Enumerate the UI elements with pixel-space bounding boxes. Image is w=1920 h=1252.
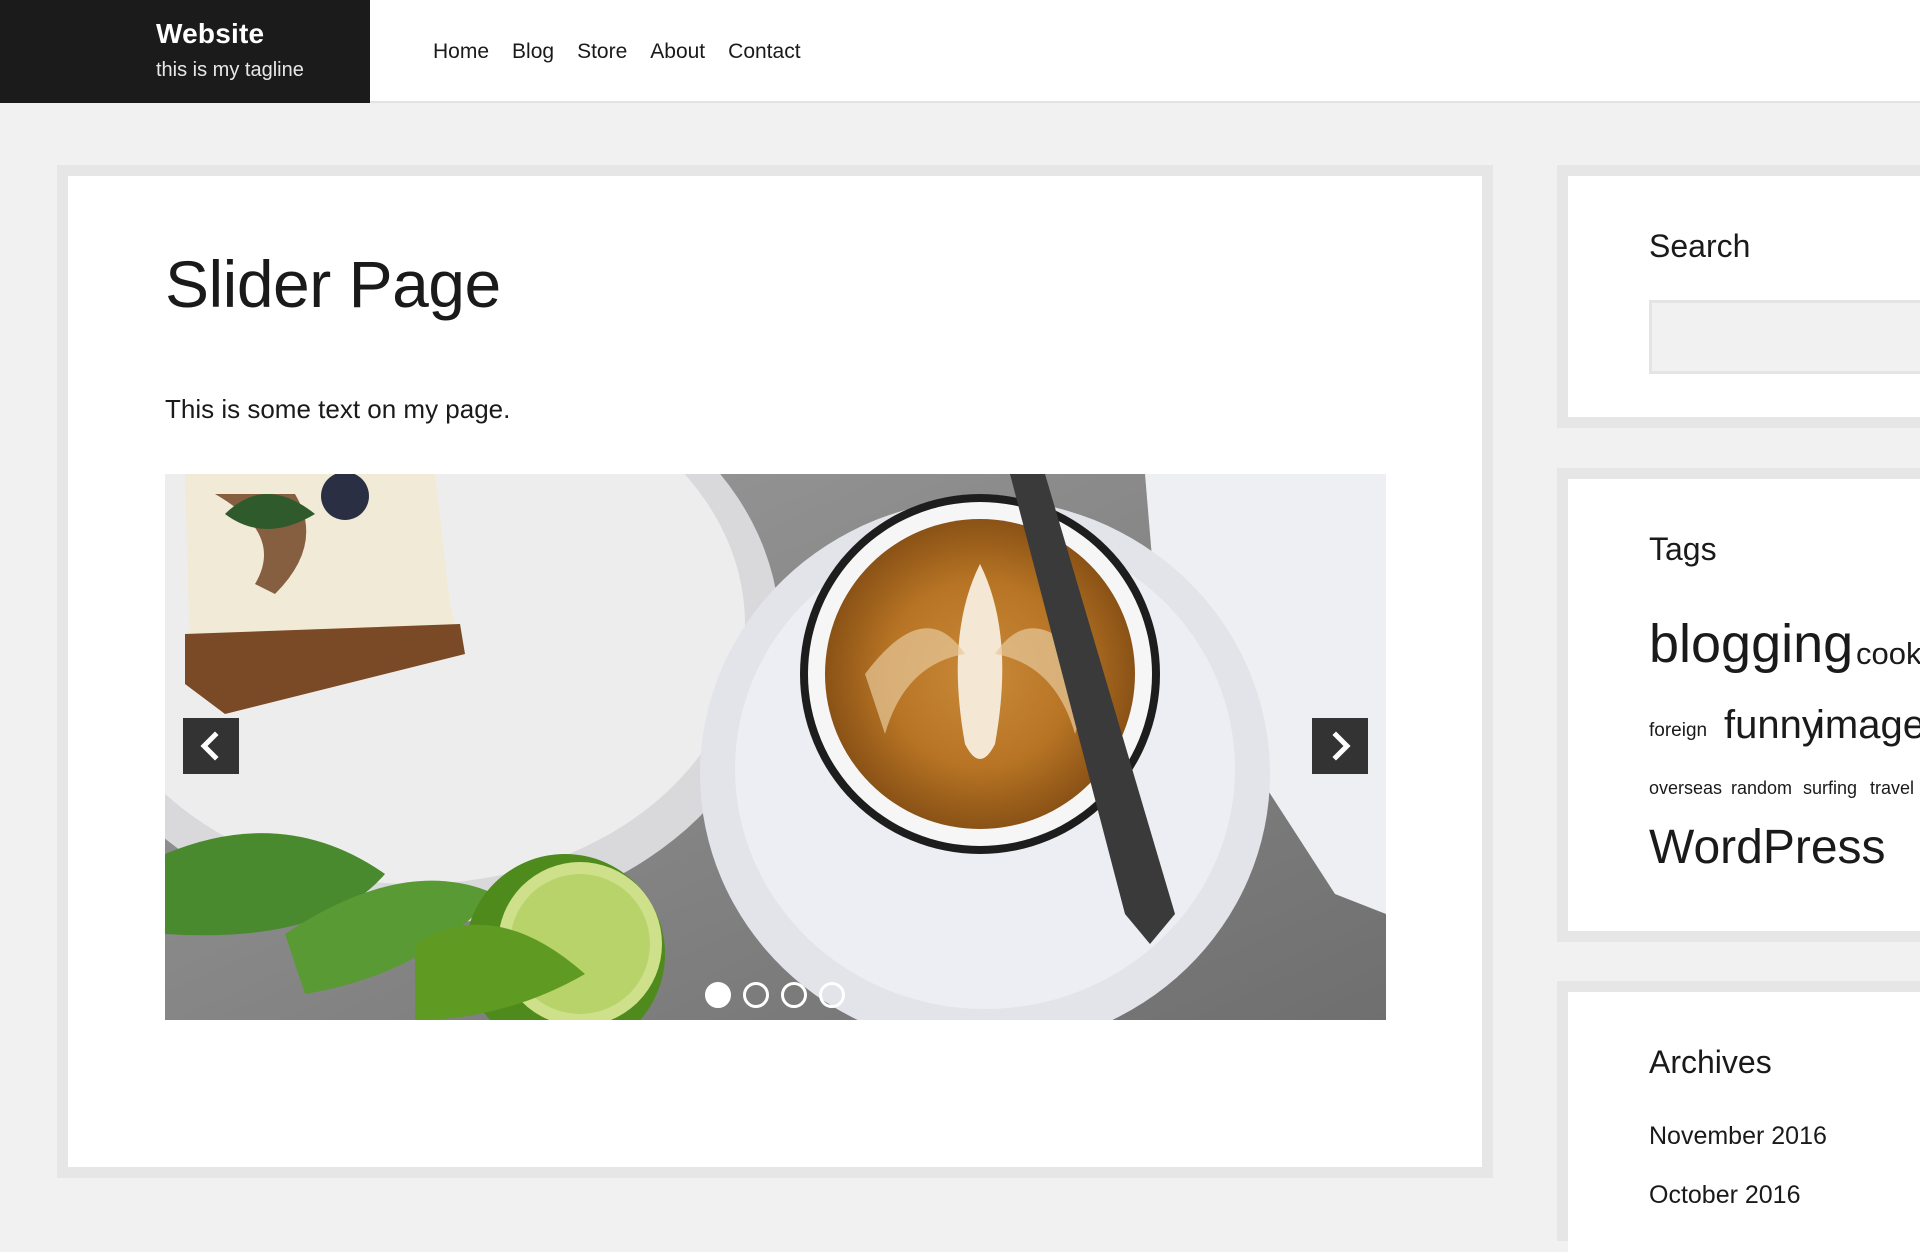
slide-image <box>165 474 1386 1020</box>
tag-link-blogging[interactable]: blogging <box>1649 613 1853 675</box>
search-input[interactable] <box>1649 300 1920 374</box>
site-branding[interactable]: Website this is my tagline <box>0 0 370 103</box>
site-title[interactable]: Website <box>156 18 264 50</box>
tags-widget-frame: Tags blogging cooki foreign funny image … <box>1557 468 1920 942</box>
tag-link-foreign[interactable]: foreign <box>1649 720 1707 742</box>
tag-link-funny[interactable]: funny <box>1724 703 1822 748</box>
tag-link-overseas[interactable]: overseas <box>1649 778 1722 799</box>
slider-pagination <box>705 982 845 1008</box>
tag-link-wordpress[interactable]: WordPress <box>1649 820 1886 875</box>
tags-widget-title: Tags <box>1649 531 1717 567</box>
archive-link-november-2016[interactable]: November 2016 <box>1649 1122 1827 1151</box>
archives-widget-title: Archives <box>1649 1044 1772 1080</box>
slider-prev-button[interactable] <box>183 718 239 774</box>
page-body-text: This is some text on my page. <box>165 394 511 424</box>
tags-widget: Tags blogging cooki foreign funny image … <box>1568 479 1920 931</box>
tag-link-surfing[interactable]: surfing <box>1803 778 1857 799</box>
page-title: Slider Page <box>165 247 501 321</box>
search-widget-title: Search <box>1649 228 1751 264</box>
tag-link-image[interactable]: image <box>1816 703 1920 748</box>
nav-item-store[interactable]: Store <box>577 40 627 64</box>
slider-dot-1[interactable] <box>705 982 731 1008</box>
archive-link-october-2016[interactable]: October 2016 <box>1649 1181 1801 1210</box>
tag-link-cooking[interactable]: cooki <box>1856 636 1920 672</box>
tag-link-random[interactable]: random <box>1731 778 1792 799</box>
slider-dot-2[interactable] <box>743 982 769 1008</box>
archives-widget-frame: Archives November 2016 October 2016 <box>1557 981 1920 1252</box>
main-content-frame: Slider Page This is some text on my page… <box>57 165 1493 1178</box>
slider-dot-4[interactable] <box>819 982 845 1008</box>
main-content-card: Slider Page This is some text on my page… <box>68 176 1482 1167</box>
search-widget: Search <box>1568 176 1920 417</box>
tag-link-travel[interactable]: travel <box>1870 778 1914 799</box>
archives-widget: Archives November 2016 October 2016 <box>1568 992 1920 1252</box>
search-widget-frame: Search <box>1557 165 1920 428</box>
chevron-left-icon <box>200 731 219 761</box>
site-header: Website this is my tagline Home Blog Sto… <box>0 0 1920 103</box>
nav-item-about[interactable]: About <box>650 40 705 64</box>
site-tagline: this is my tagline <box>156 59 304 81</box>
nav-item-blog[interactable]: Blog <box>512 40 554 64</box>
image-slider[interactable] <box>165 474 1386 1020</box>
main-nav: Home Blog Store About Contact <box>433 40 824 64</box>
slider-next-button[interactable] <box>1312 718 1368 774</box>
nav-item-home[interactable]: Home <box>433 40 489 64</box>
chevron-right-icon <box>1332 731 1351 761</box>
slider-dot-3[interactable] <box>781 982 807 1008</box>
nav-item-contact[interactable]: Contact <box>728 40 800 64</box>
